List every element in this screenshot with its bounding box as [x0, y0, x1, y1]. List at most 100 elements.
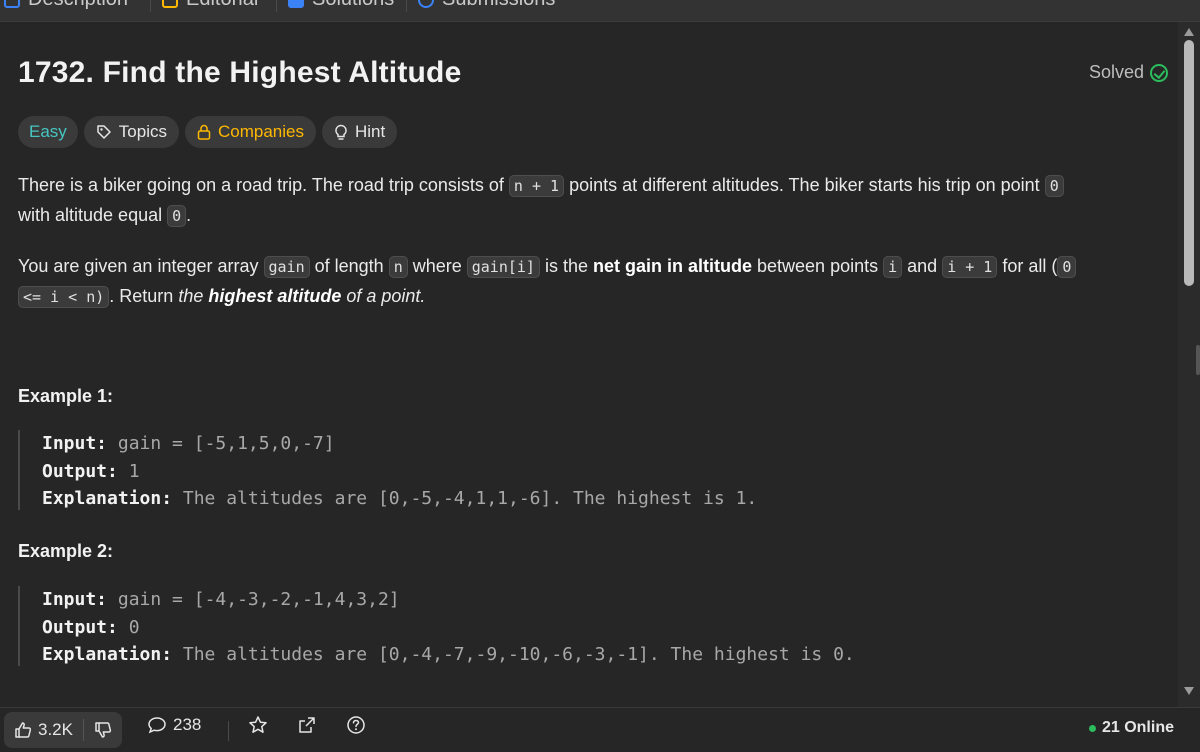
example-output-line: Output: 1 [42, 458, 757, 486]
example-explanation-line: Explanation: The altitudes are [0,-4,-7,… [42, 641, 855, 669]
example-2-title: Example 2: [18, 541, 114, 561]
history-icon [418, 0, 434, 8]
tab-label: Solutions [312, 0, 394, 11]
text: where [407, 256, 467, 276]
tab-solutions[interactable]: Solutions [288, 0, 394, 11]
text: You are given an integer array [18, 256, 264, 276]
upvote-button[interactable]: 3.2K [4, 712, 83, 748]
text: of a point. [341, 286, 426, 306]
companies-button[interactable]: Companies [184, 116, 316, 148]
bold-text: highest altitude [208, 286, 342, 306]
like-count: 3.2K [38, 720, 73, 739]
lightbulb-icon [335, 124, 347, 140]
question-circle-icon [347, 716, 365, 734]
inline-code: n [388, 256, 408, 278]
feedback-button[interactable] [346, 715, 366, 735]
tab-editorial[interactable]: Editorial [162, 0, 258, 11]
inline-code: i + 1 [942, 256, 998, 278]
solved-status: Solved [1089, 62, 1168, 83]
share-icon [299, 717, 315, 733]
comment-icon [148, 717, 166, 734]
inline-code: 0 [1044, 175, 1064, 197]
flask-icon [288, 0, 304, 8]
tab-label: Submissions [442, 0, 555, 11]
inline-code: 0 [167, 205, 187, 227]
example-2-block: Input: gain = [-4,-3,-2,-1,4,3,2] Output… [18, 586, 855, 666]
text: the [178, 286, 209, 306]
solved-label: Solved [1088, 62, 1144, 82]
explanation-value: The altitudes are [0,-5,-4,1,1,-6]. The … [172, 488, 758, 509]
companies-label: Companies [217, 122, 304, 141]
online-status: 21 Online [1088, 719, 1174, 737]
text: There is a biker going on a road trip. T… [18, 175, 509, 195]
inline-code: 0 [1057, 256, 1077, 278]
comments-button[interactable]: 238 [147, 715, 201, 735]
text: is the [539, 256, 593, 276]
description-paragraph-1: There is a biker going on a road trip. T… [18, 171, 1158, 231]
example-output-line: Output: 0 [42, 614, 855, 642]
input-value: gain = [-4,-3,-2,-1,4,3,2] [107, 589, 400, 610]
inline-code: gain [263, 256, 310, 278]
explanation-value: The altitudes are [0,-4,-7,-9,-10,-6,-3,… [172, 644, 855, 665]
topics-label: Topics [118, 122, 167, 141]
tag-icon [97, 125, 111, 139]
text: for all ( [997, 256, 1058, 276]
text: with altitude equal [18, 205, 168, 225]
input-value: gain = [-5,1,5,0,-7] [107, 433, 335, 454]
example-input-line: Input: gain = [-4,-3,-2,-1,4,3,2] [42, 586, 855, 614]
tab-label: Editorial [186, 0, 258, 11]
hint-button[interactable]: Hint [321, 116, 398, 148]
book-icon [162, 0, 178, 8]
thumbs-up-icon [15, 722, 32, 738]
lock-icon [197, 124, 211, 140]
input-label: Input: [42, 589, 108, 610]
example-1-block: Input: gain = [-5,1,5,0,-7] Output: 1 Ex… [18, 430, 757, 510]
downvote-button[interactable] [84, 712, 122, 748]
text: of length [309, 256, 389, 276]
tab-submissions[interactable]: Submissions [418, 0, 555, 11]
problem-title[interactable]: 1732. Find the Highest Altitude [18, 56, 461, 90]
input-label: Input: [42, 433, 108, 454]
tab-bar: Description Editorial Solutions Submissi… [0, 0, 1200, 22]
text: points at different altitudes. The biker… [564, 175, 1045, 195]
example-1-title: Example 1: [18, 386, 114, 406]
description-icon [4, 0, 20, 8]
example-input-line: Input: gain = [-5,1,5,0,-7] [42, 430, 757, 458]
online-dot-icon [1088, 724, 1096, 732]
text: . [186, 205, 192, 225]
favorite-button[interactable] [248, 715, 268, 735]
bold-text: net gain in altitude [593, 256, 753, 276]
scroll-down-arrow-icon[interactable] [1184, 687, 1194, 695]
share-button[interactable] [297, 715, 317, 735]
tab-divider [406, 0, 407, 12]
inline-code: gain[i] [466, 256, 540, 278]
output-label: Output: [42, 460, 118, 482]
scrollbar-thumb[interactable] [1184, 40, 1194, 286]
output-label: Output: [42, 616, 118, 638]
panel-resize-handle[interactable] [1196, 345, 1200, 375]
thumbs-down-icon [95, 722, 112, 738]
topics-button[interactable]: Topics [83, 116, 179, 148]
inline-code: <= i < n) [18, 286, 110, 308]
text: and [902, 256, 943, 276]
output-value: 0 [117, 616, 140, 638]
tab-divider [276, 0, 277, 12]
emphasis-text: the highest altitude of a point. [178, 286, 425, 306]
hint-label: Hint [354, 122, 386, 141]
bottom-action-bar: 3.2K 238 21 Online [0, 707, 1200, 752]
explanation-label: Explanation: [42, 644, 173, 665]
tab-description[interactable]: Description [4, 0, 128, 11]
text: between points [752, 256, 884, 276]
problem-tags: Easy Topics Companies Hint [18, 116, 398, 148]
star-icon [249, 716, 267, 733]
divider [228, 721, 229, 741]
scroll-up-arrow-icon[interactable] [1184, 28, 1194, 36]
text: . Return [109, 286, 179, 306]
tab-divider [150, 0, 151, 12]
example-explanation-line: Explanation: The altitudes are [0,-5,-4,… [42, 485, 757, 513]
output-value: 1 [117, 460, 140, 482]
tab-label: Description [28, 0, 128, 11]
description-paragraph-2: You are given an integer array gain of l… [18, 252, 1158, 312]
difficulty-badge: Easy [18, 116, 78, 148]
vote-group: 3.2K [4, 712, 122, 748]
